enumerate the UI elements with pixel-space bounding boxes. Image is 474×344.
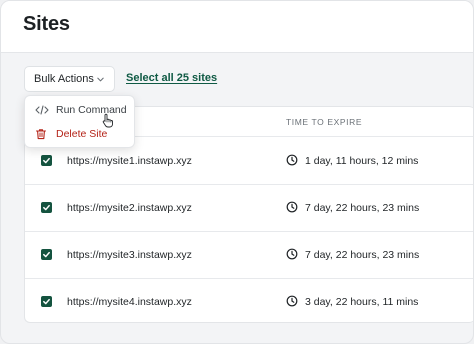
table-row[interactable]: https://mysite2.instawp.xyz 7 day, 22 ho… bbox=[25, 185, 473, 232]
site-url[interactable]: https://mysite1.instawp.xyz bbox=[67, 155, 192, 167]
row-checkbox[interactable] bbox=[41, 296, 52, 307]
page-title: Sites bbox=[23, 13, 70, 35]
hand-cursor-icon bbox=[102, 113, 113, 128]
checkmark-icon bbox=[43, 298, 50, 305]
code-icon bbox=[35, 105, 49, 115]
row-checkbox[interactable] bbox=[41, 249, 52, 260]
checkmark-icon bbox=[43, 157, 50, 164]
time-to-expire: 7 day, 22 hours, 23 mins bbox=[305, 249, 420, 261]
column-header-expire[interactable]: TIME TO EXPIRE bbox=[286, 117, 362, 127]
menu-item-delete-site[interactable]: Delete Site bbox=[25, 123, 134, 145]
menu-item-label: Delete Site bbox=[56, 128, 108, 140]
chevron-down-icon bbox=[97, 77, 104, 82]
clock-icon bbox=[286, 295, 298, 307]
site-url[interactable]: https://mysite4.instawp.xyz bbox=[67, 296, 192, 308]
time-to-expire: 7 day, 22 hours, 23 mins bbox=[305, 202, 420, 214]
select-all-link[interactable]: Select all 25 sites bbox=[126, 72, 217, 84]
checkmark-icon bbox=[43, 204, 50, 211]
checkmark-icon bbox=[43, 251, 50, 258]
bulk-actions-button[interactable]: Bulk Actions bbox=[24, 66, 115, 92]
menu-item-run-command[interactable]: Run Command bbox=[25, 99, 134, 121]
menu-item-label: Run Command bbox=[56, 104, 127, 116]
time-to-expire: 3 day, 22 hours, 11 mins bbox=[305, 296, 419, 308]
clock-icon bbox=[286, 154, 298, 166]
sites-window: Sites Bulk Actions Select all 25 sites T… bbox=[0, 0, 474, 344]
table-row[interactable]: https://mysite3.instawp.xyz 7 day, 22 ho… bbox=[25, 232, 473, 279]
table-row[interactable]: https://mysite4.instawp.xyz 3 day, 22 ho… bbox=[25, 279, 473, 326]
site-url[interactable]: https://mysite2.instawp.xyz bbox=[67, 202, 192, 214]
row-checkbox[interactable] bbox=[41, 202, 52, 213]
time-to-expire: 1 day, 11 hours, 12 mins bbox=[305, 155, 419, 167]
clock-icon bbox=[286, 201, 298, 213]
clock-icon bbox=[286, 248, 298, 260]
page-header: Sites bbox=[1, 1, 473, 53]
trash-icon bbox=[35, 129, 47, 140]
site-url[interactable]: https://mysite3.instawp.xyz bbox=[67, 249, 192, 261]
bulk-actions-label: Bulk Actions bbox=[34, 73, 94, 85]
row-checkbox[interactable] bbox=[41, 155, 52, 166]
bulk-actions-dropdown: Run Command Delete Site bbox=[24, 95, 135, 148]
